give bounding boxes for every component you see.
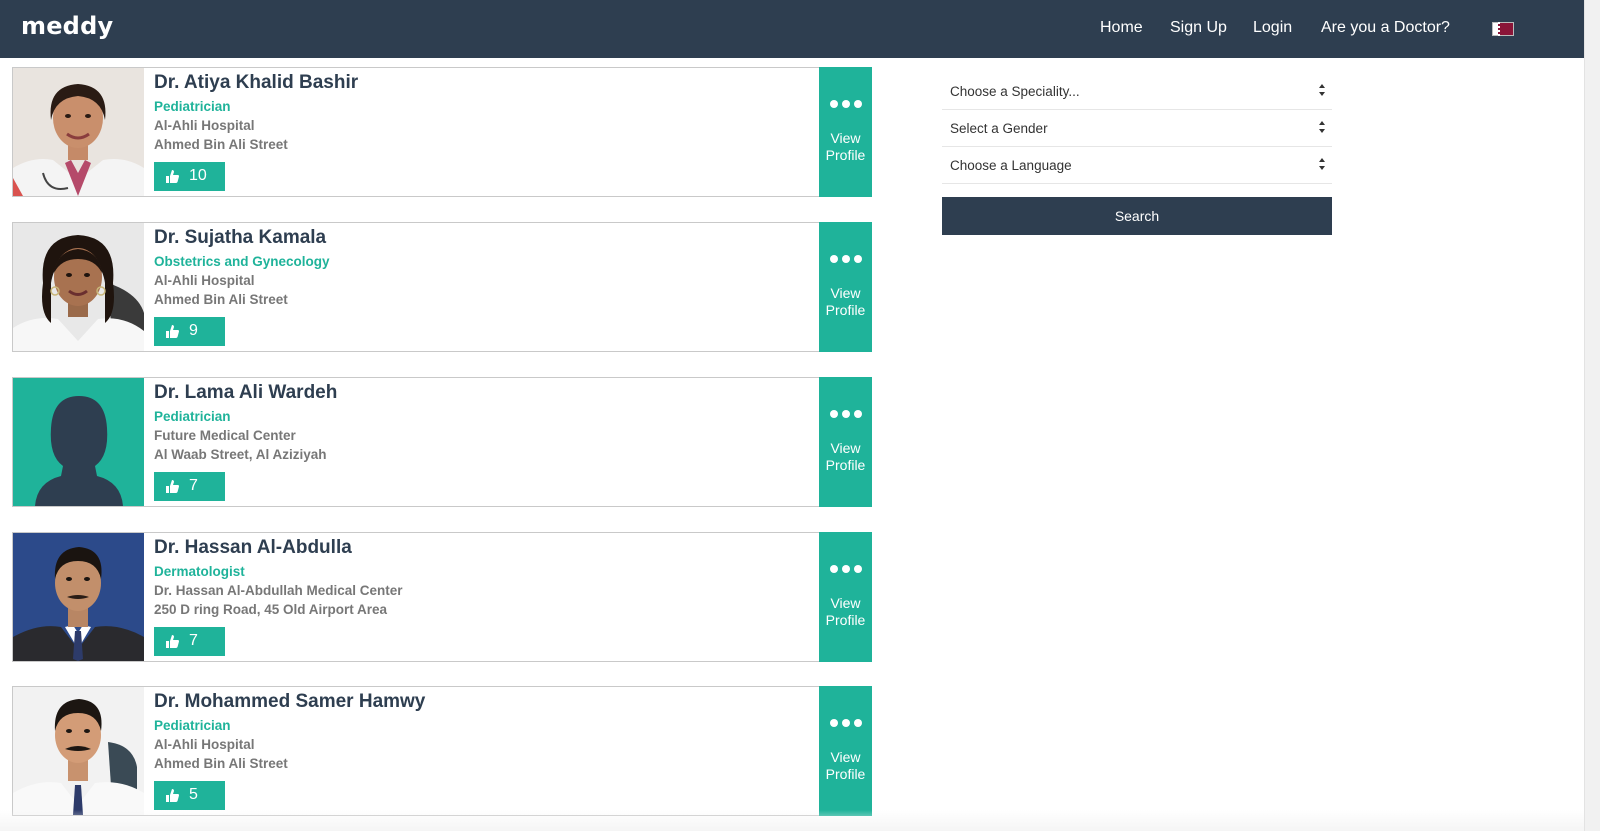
view-label: View	[830, 285, 861, 301]
doctor-photo	[13, 533, 144, 661]
doctor-speciality: Pediatrician	[154, 409, 231, 424]
more-dots-icon	[830, 719, 862, 727]
doctor-address: 250 D ring Road, 45 Old Airport Area	[154, 602, 388, 617]
thumbs-up-icon	[166, 325, 179, 338]
nav-home-link[interactable]: Home	[1100, 19, 1143, 37]
doctor-hospital: Future Medical Center	[154, 428, 296, 443]
select-arrows-icon	[1319, 84, 1325, 96]
likes-count: 9	[189, 322, 198, 339]
view-profile-button[interactable]: View Profile	[819, 222, 872, 352]
profile-label: Profile	[825, 302, 866, 318]
profile-label: Profile	[825, 147, 866, 163]
page-scrollbar[interactable]	[1584, 0, 1600, 831]
doctor-photo	[13, 378, 144, 506]
language-select[interactable]: Choose a Language	[942, 147, 1332, 184]
doctor-photo	[13, 687, 144, 815]
gender-select-value: Select a Gender	[950, 121, 1048, 136]
thumbs-up-icon	[166, 789, 179, 802]
view-label: View	[830, 595, 861, 611]
more-dots-icon	[830, 565, 862, 573]
doctor-hospital: Dr. Hassan Al-Abdullah Medical Center	[154, 583, 403, 598]
likes-badge[interactable]: 7	[154, 627, 225, 656]
profile-label: Profile	[825, 766, 866, 782]
search-button[interactable]: Search	[942, 197, 1332, 235]
doctor-card: Dr. Atiya Khalid Bashir Pediatrician Al-…	[12, 67, 872, 197]
doctor-address: Ahmed Bin Ali Street	[154, 756, 288, 771]
likes-count: 7	[189, 477, 198, 494]
doctor-hospital: Al-Ahli Hospital	[154, 273, 255, 288]
select-arrows-icon	[1319, 121, 1325, 133]
more-dots-icon	[830, 255, 862, 263]
nav-signup-link[interactable]: Sign Up	[1170, 19, 1227, 37]
likes-count: 7	[189, 632, 198, 649]
view-profile-button[interactable]: View Profile	[819, 67, 872, 197]
doctor-name[interactable]: Dr. Lama Ali Wardeh	[154, 382, 337, 404]
thumbs-up-icon	[166, 170, 179, 183]
profile-label: Profile	[825, 457, 866, 473]
doctor-name[interactable]: Dr. Atiya Khalid Bashir	[154, 72, 358, 94]
likes-count: 5	[189, 786, 198, 803]
doctor-hospital: Al-Ahli Hospital	[154, 737, 255, 752]
doctor-card: Dr. Lama Ali Wardeh Pediatrician Future …	[12, 377, 872, 507]
speciality-select-value: Choose a Speciality...	[950, 84, 1080, 99]
likes-badge[interactable]: 10	[154, 162, 225, 191]
doctor-speciality: Obstetrics and Gynecology	[154, 254, 330, 269]
doctor-card: Dr. Hassan Al-Abdulla Dermatologist Dr. …	[12, 532, 872, 662]
profile-label: Profile	[825, 612, 866, 628]
more-dots-icon	[830, 100, 862, 108]
select-arrows-icon	[1319, 158, 1325, 170]
more-dots-icon	[830, 410, 862, 418]
doctor-speciality: Dermatologist	[154, 564, 245, 579]
view-label: View	[830, 749, 861, 765]
doctor-card: Dr. Mohammed Samer Hamwy Pediatrician Al…	[12, 686, 872, 816]
doctor-speciality: Pediatrician	[154, 99, 231, 114]
doctor-speciality: Pediatrician	[154, 718, 231, 733]
speciality-select[interactable]: Choose a Speciality...	[942, 73, 1332, 110]
doctor-hospital: Al-Ahli Hospital	[154, 118, 255, 133]
thumbs-up-icon	[166, 480, 179, 493]
doctor-address: Al Waab Street, Al Aziziyah	[154, 447, 327, 462]
doctor-name[interactable]: Dr. Hassan Al-Abdulla	[154, 537, 352, 559]
search-filters-panel: Choose a Speciality... Select a Gender C…	[942, 73, 1332, 235]
view-label: View	[830, 440, 861, 456]
doctor-name[interactable]: Dr. Sujatha Kamala	[154, 227, 326, 249]
nav-login-link[interactable]: Login	[1253, 19, 1292, 37]
qatar-flag-serration	[1498, 22, 1500, 36]
meddy-logo[interactable]: meddy	[21, 12, 113, 40]
doctor-address: Ahmed Bin Ali Street	[154, 137, 288, 152]
nav-doctor-link[interactable]: Are you a Doctor?	[1321, 19, 1450, 37]
view-profile-button[interactable]: View Profile	[819, 532, 872, 662]
doctor-card: Dr. Sujatha Kamala Obstetrics and Gyneco…	[12, 222, 872, 352]
view-profile-button[interactable]: View Profile	[819, 377, 872, 507]
likes-badge[interactable]: 5	[154, 781, 225, 810]
likes-badge[interactable]: 9	[154, 317, 225, 346]
doctor-address: Ahmed Bin Ali Street	[154, 292, 288, 307]
view-label: View	[830, 130, 861, 146]
language-select-value: Choose a Language	[950, 158, 1072, 173]
likes-badge[interactable]: 7	[154, 472, 225, 501]
likes-count: 10	[189, 167, 207, 184]
bottom-fade	[0, 810, 1584, 831]
qatar-flag-icon[interactable]	[1492, 22, 1514, 36]
doctor-photo	[13, 68, 144, 196]
doctor-name[interactable]: Dr. Mohammed Samer Hamwy	[154, 691, 425, 713]
thumbs-up-icon	[166, 635, 179, 648]
view-profile-button[interactable]: View Profile	[819, 686, 872, 816]
doctor-photo	[13, 223, 144, 351]
top-navbar: meddy Home Sign Up Login Are you a Docto…	[0, 0, 1600, 58]
gender-select[interactable]: Select a Gender	[942, 110, 1332, 147]
